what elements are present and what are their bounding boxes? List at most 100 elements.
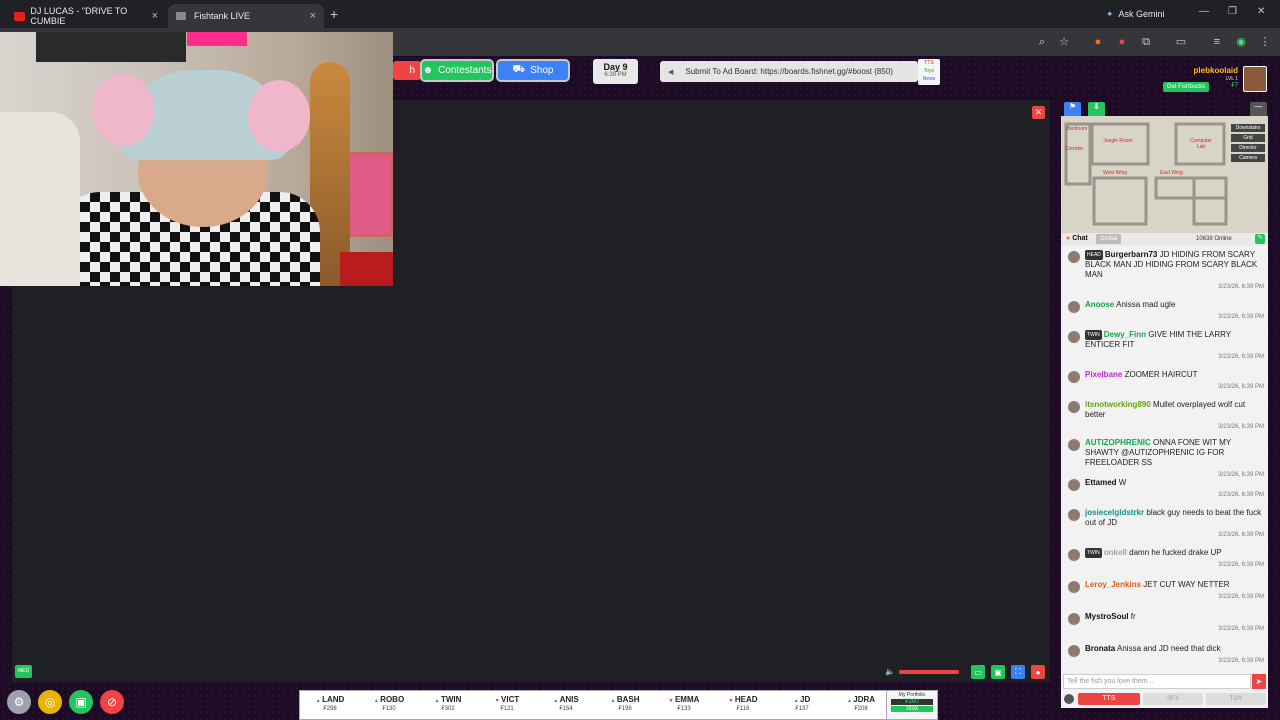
chat-username[interactable]: AUTIZOPHRENIC (1085, 438, 1151, 447)
shop-button[interactable]: ⛟ Shop (498, 61, 568, 80)
portfolio-box[interactable]: My Portfolio ₣260 Stox (886, 690, 938, 720)
tab-close-icon[interactable]: × (152, 10, 158, 22)
ticker-item[interactable]: ▲ ANIS ₣154 (546, 695, 586, 712)
view-camera[interactable]: Camera (1231, 154, 1265, 162)
chat-username[interactable]: josiecelgldstrkr (1085, 508, 1144, 517)
get-fishbucks-button[interactable]: Get Fishbucks (1163, 82, 1209, 92)
fullscreen-icon[interactable]: ⛶ (1011, 665, 1025, 679)
map-room-west-wing[interactable]: West Wing (1103, 170, 1127, 176)
cast-icon[interactable]: ▭ (1174, 35, 1188, 49)
ask-gemini-button[interactable]: ✦ Ask Gemini (1106, 6, 1165, 22)
global-chat-tab[interactable]: Global (1096, 234, 1122, 244)
close-window-button[interactable]: ✕ (1257, 6, 1265, 17)
close-stage-icon[interactable]: ✕ (1032, 106, 1045, 119)
chat-avatar[interactable] (1068, 439, 1080, 451)
record-icon[interactable]: ● (1031, 665, 1045, 679)
chat-avatar[interactable] (1068, 301, 1080, 313)
house-map[interactable]: Jungle Room Computer Lab Corridor West W… (1061, 116, 1268, 233)
view-director[interactable]: Director (1231, 144, 1265, 152)
chat-avatar[interactable] (1068, 613, 1080, 625)
chat-avatar[interactable] (1068, 331, 1080, 343)
stox-button[interactable]: Stox (891, 706, 933, 712)
ticker-item[interactable]: ▲ JDRA ₣208 (841, 695, 881, 712)
chat-avatar[interactable] (1068, 401, 1080, 413)
chat-avatar[interactable] (1068, 549, 1080, 561)
mini-tags[interactable]: TTS Toys News (918, 59, 940, 85)
ticker-item[interactable]: ▼ HEAD ₣116 (723, 695, 763, 712)
view-grid[interactable]: Grid (1231, 134, 1265, 142)
chat-emoji-icon[interactable] (1064, 694, 1074, 704)
ticker-item[interactable]: ▼ EMMA ₣133 (664, 695, 704, 712)
chat-username[interactable]: Leroy_Jenkins (1085, 580, 1141, 589)
tts-button[interactable]: TTS (1078, 693, 1140, 705)
settings-gear-icon[interactable]: ⚙ (7, 690, 31, 714)
map-room-bedroom[interactable]: Bedroom (1067, 126, 1087, 132)
chat-username[interactable]: Bronata (1085, 644, 1115, 653)
ad-board-bar[interactable]: ◀ Submit To Ad Board: https://boards.fis… (660, 61, 918, 82)
send-icon[interactable]: ➤ (1252, 674, 1266, 689)
chat-username[interactable]: Pixelbane (1085, 370, 1122, 379)
zoom-icon[interactable]: ⌕ (1035, 35, 1049, 49)
map-room-east-wing[interactable]: East Wing (1160, 170, 1183, 176)
coins-icon[interactable]: ◎ (38, 690, 62, 714)
contestants-button[interactable]: ☻ Contestants (422, 61, 492, 80)
chat-avatar[interactable] (1068, 479, 1080, 491)
new-tab-button[interactable]: + (330, 6, 338, 22)
chat-username[interactable]: Burgerbarn73 (1105, 250, 1157, 259)
inventory-icon[interactable]: ▣ (69, 690, 93, 714)
chat-username[interactable]: itsnotworking890 (1085, 400, 1151, 409)
med-badge[interactable]: MED (15, 665, 32, 678)
extensions-puzzle-icon[interactable]: ⧉ (1139, 35, 1153, 49)
ticker-item[interactable]: ▲ LAND ₣298 (310, 695, 350, 712)
tab-dj-lucas[interactable]: DJ LUCAS - "DRIVE TO CUMBIE × (6, 4, 166, 28)
username[interactable]: plebkoolaid (1170, 66, 1238, 75)
ticker-item[interactable]: ▼ VICT ₣121 (487, 695, 527, 712)
bookmark-star-icon[interactable]: ☆ (1057, 35, 1071, 49)
webcam-red-box (340, 252, 393, 286)
view-downstairs[interactable]: Downstairs (1231, 124, 1265, 132)
download-tab-icon[interactable]: ⬇ (1088, 102, 1105, 116)
chat-avatar[interactable] (1068, 645, 1080, 657)
chat-username[interactable]: Dewy_Finn (1104, 330, 1146, 339)
clip-icon[interactable]: ▭ (971, 665, 985, 679)
tab-search-icon[interactable]: ≡ (1210, 35, 1224, 49)
volume-icon[interactable]: 🔈 (885, 667, 895, 676)
ticker-item[interactable]: ▲ ROBO ₣130 (369, 695, 409, 712)
chat-avatar[interactable] (1068, 371, 1080, 383)
maximize-button[interactable]: ❐ (1228, 6, 1237, 17)
ticker-item[interactable]: ▲ BASH ₣198 (605, 695, 645, 712)
chat-avatar[interactable] (1068, 251, 1080, 263)
extension-record-icon[interactable]: ● (1115, 35, 1129, 49)
toy-button[interactable]: TOY (1206, 693, 1266, 705)
map-tab-icon[interactable]: ⚑ (1064, 102, 1081, 116)
chat-input[interactable]: Tell the fish you love them... (1063, 674, 1251, 689)
tab-close-icon[interactable]: × (310, 10, 316, 22)
minimize-panel-icon[interactable]: — (1250, 102, 1267, 116)
chat-username[interactable]: onkell (1104, 548, 1127, 557)
volume-slider[interactable] (899, 670, 959, 674)
menu-kebab-icon[interactable]: ⋮ (1258, 35, 1272, 49)
chat-avatar[interactable] (1068, 509, 1080, 521)
chat-username[interactable]: MystroSoul (1085, 612, 1129, 621)
no-entry-icon[interactable]: ⊘ (100, 690, 124, 714)
chat-settings-icon[interactable]: ✎ (1255, 234, 1265, 244)
minimize-button[interactable]: — (1199, 6, 1209, 17)
map-room-computer-lab[interactable]: Computer Lab (1186, 138, 1216, 150)
extension-icon[interactable]: ● (1091, 35, 1105, 49)
chat-username[interactable]: Ettamed (1085, 478, 1117, 487)
profile-avatar-icon[interactable]: ◉ (1234, 35, 1248, 49)
chat-avatar[interactable] (1068, 581, 1080, 593)
user-avatar[interactable] (1243, 66, 1267, 92)
partial-nav-button[interactable]: h (393, 61, 421, 80)
sfx-button[interactable]: SFX (1143, 693, 1203, 705)
tab-fishtank-live[interactable]: Fishtank LIVE × (168, 4, 324, 28)
ticker-item[interactable]: ▲ JD ₣137 (782, 695, 822, 712)
chat-tab[interactable]: ● Chat (1066, 235, 1088, 242)
map-room-jungle[interactable]: Jungle Room (1103, 138, 1133, 144)
stock-ticker[interactable]: ▲ LAND ₣298 ▲ ROBO ₣130 ▲ TWIN ₣302 ▼ VICT ₣121… (299, 690, 938, 720)
map-room-corridor[interactable]: Corridor (1065, 146, 1087, 152)
chat-username[interactable]: Anoose (1085, 300, 1114, 309)
webcam-feed[interactable] (0, 32, 393, 286)
ticker-item[interactable]: ▲ TWIN ₣302 (428, 695, 468, 712)
snapshot-icon[interactable]: ▣ (991, 665, 1005, 679)
